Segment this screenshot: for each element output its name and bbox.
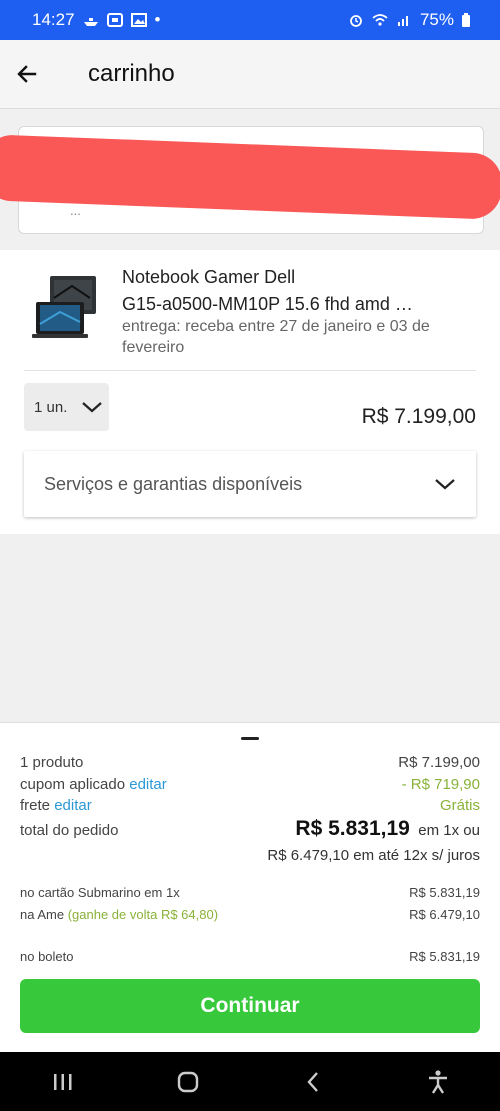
total-suffix: em 1x ou bbox=[418, 822, 480, 839]
products-row: 1 produto R$ 7.199,00 bbox=[20, 754, 480, 771]
ame-label-group: na Ame (ganhe de volta R$ 64,80) bbox=[20, 907, 218, 922]
shipping-row: frete editar Grátis bbox=[20, 797, 480, 814]
arrow-left-icon bbox=[17, 65, 37, 83]
signal-icon bbox=[397, 16, 408, 26]
ame-cashback: (ganhe de volta R$ 64,80) bbox=[67, 907, 219, 922]
installments-text: R$ 6.479,10 em até 12x s/ juros bbox=[267, 847, 480, 864]
recent-apps-button[interactable] bbox=[43, 1062, 83, 1102]
boleto-label: no boleto bbox=[20, 949, 74, 964]
shipping-label: frete bbox=[20, 797, 51, 814]
order-summary: 1 produto R$ 7.199,00 cupom aplicado edi… bbox=[0, 722, 500, 1053]
status-dot: • bbox=[154, 10, 161, 29]
delivery-estimate: entrega: receba entre 27 de janeiro e 03… bbox=[122, 318, 430, 356]
product-title-line1[interactable]: Notebook Gamer Dell bbox=[122, 264, 472, 291]
divider bbox=[24, 370, 476, 371]
back-button[interactable] bbox=[12, 59, 42, 89]
boleto-row: no boleto R$ 5.831,19 bbox=[20, 949, 480, 964]
shipping-value: Grátis bbox=[439, 797, 480, 814]
services-label: Serviços e garantias disponíveis bbox=[44, 473, 303, 494]
ship-icon bbox=[83, 18, 98, 26]
back-nav-button[interactable] bbox=[293, 1062, 333, 1102]
battery-percent: 75% bbox=[419, 10, 454, 29]
product-price: R$ 7.199,00 bbox=[361, 405, 476, 428]
quantity-value: 1 un. bbox=[34, 398, 68, 416]
sheet-handle[interactable] bbox=[241, 737, 259, 740]
boleto-value: R$ 5.831,19 bbox=[409, 949, 480, 964]
home-button[interactable] bbox=[168, 1062, 208, 1102]
home-icon bbox=[177, 1071, 198, 1092]
card-value: R$ 5.831,19 bbox=[409, 885, 480, 900]
coupon-label-group: cupom aplicado editar bbox=[20, 776, 167, 793]
products-value: R$ 7.199,00 bbox=[398, 754, 480, 771]
coupon-row: cupom aplicado editar - R$ 719,90 bbox=[20, 776, 480, 793]
system-nav-bar bbox=[0, 1052, 500, 1111]
total-label: total do pedido bbox=[20, 822, 119, 839]
coupon-edit-link[interactable]: editar bbox=[129, 776, 167, 793]
chevron-down-icon bbox=[435, 479, 455, 490]
battery-icon bbox=[462, 13, 470, 27]
continue-button[interactable]: Continuar bbox=[20, 979, 480, 1033]
card-label: no cartão Submarino em 1x bbox=[20, 885, 180, 900]
product-card: Notebook Gamer Dell G15-a0500-MM10P 15.6… bbox=[0, 250, 500, 534]
shipping-edit-link[interactable]: editar bbox=[54, 797, 92, 814]
ame-row: na Ame (ganhe de volta R$ 64,80) R$ 6.47… bbox=[20, 907, 480, 922]
image-icon bbox=[130, 13, 147, 27]
product-thumbnail[interactable] bbox=[32, 272, 100, 342]
accessibility-button[interactable] bbox=[418, 1062, 458, 1102]
coupon-value: - R$ 719,90 bbox=[401, 776, 480, 793]
products-label: 1 produto bbox=[20, 754, 84, 771]
shipping-label-group: frete editar bbox=[20, 797, 92, 814]
calendar-icon bbox=[106, 13, 123, 27]
alarm-icon bbox=[350, 15, 362, 27]
wifi-icon bbox=[372, 14, 388, 26]
coupon-label: cupom aplicado bbox=[20, 776, 126, 793]
services-dropdown[interactable]: Serviços e garantias disponíveis bbox=[24, 451, 476, 517]
accessibility-icon bbox=[428, 1069, 447, 1094]
ame-label: na Ame bbox=[20, 907, 65, 922]
card-row: no cartão Submarino em 1x R$ 5.831,19 bbox=[20, 885, 480, 900]
app-bar: carrinho bbox=[0, 40, 500, 109]
status-time: 14:27 bbox=[32, 10, 75, 29]
chevron-down-icon bbox=[82, 402, 103, 413]
quantity-select[interactable]: 1 un. bbox=[24, 383, 109, 431]
total-block: R$ 5.831,19 em 1x ou R$ 6.479,10 em até … bbox=[267, 817, 480, 864]
product-title-line2[interactable]: G15-a0500-MM10P 15.6 fhd amd … bbox=[122, 291, 472, 318]
address-partial-text: ... bbox=[70, 203, 81, 218]
total-value: R$ 5.831,19 bbox=[295, 817, 410, 840]
ame-value: R$ 6.479,10 bbox=[409, 907, 480, 922]
chevron-left-icon bbox=[306, 1071, 318, 1092]
status-bar: 14:27 • 75% bbox=[0, 0, 500, 40]
page-title: carrinho bbox=[88, 60, 175, 87]
recent-apps-icon bbox=[53, 1073, 71, 1090]
